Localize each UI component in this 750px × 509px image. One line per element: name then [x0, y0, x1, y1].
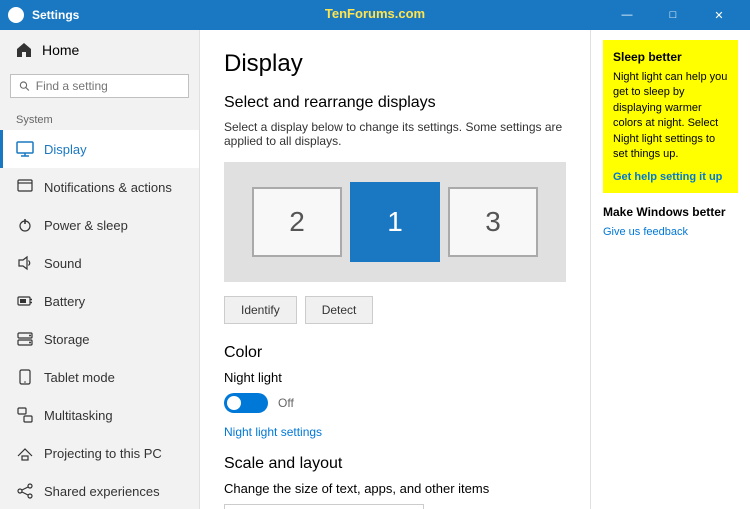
titlebar: Settings TenForums.com — □ ✕ — [0, 0, 750, 30]
sidebar-label-storage: Storage — [44, 332, 90, 347]
sidebar-item-sound[interactable]: Sound — [0, 244, 199, 282]
make-better-section: Make Windows better Give us feedback — [603, 205, 738, 238]
make-better-title: Make Windows better — [603, 205, 738, 219]
sidebar-item-multitasking[interactable]: Multitasking — [0, 396, 199, 434]
sidebar-label-sound: Sound — [44, 256, 82, 271]
sidebar-label-tablet: Tablet mode — [44, 370, 115, 385]
scale-title: Scale and layout — [224, 455, 566, 473]
sidebar-item-notifications[interactable]: Notifications & actions — [0, 168, 199, 206]
monitor-3[interactable]: 3 — [448, 187, 538, 257]
sidebar-label-notifications: Notifications & actions — [44, 180, 172, 195]
settings-icon — [8, 7, 24, 23]
identify-button[interactable]: Identify — [224, 296, 297, 324]
select-rearrange-title: Select and rearrange displays — [224, 94, 566, 112]
page-title: Display — [224, 50, 566, 78]
search-box[interactable] — [10, 74, 189, 98]
monitor-2[interactable]: 2 — [252, 187, 342, 257]
sidebar-label-shared: Shared experiences — [44, 484, 160, 499]
monitors-area: 2 1 3 — [224, 162, 566, 282]
scale-section: Scale and layout Change the size of text… — [224, 455, 566, 509]
sidebar-item-shared[interactable]: Shared experiences — [0, 472, 199, 509]
search-icon — [19, 80, 30, 92]
sidebar-item-display[interactable]: Display — [0, 130, 199, 168]
toggle-row: Off — [224, 393, 566, 413]
multitasking-icon — [16, 406, 34, 424]
toggle-state: Off — [278, 396, 294, 410]
home-label: Home — [42, 42, 79, 58]
sidebar: Home System Display — [0, 30, 200, 509]
feedback-link[interactable]: Give us feedback — [603, 226, 688, 238]
toggle-knob — [227, 396, 241, 410]
tablet-icon — [16, 368, 34, 386]
shared-icon — [16, 482, 34, 500]
sleep-better-text: Night light can help you get to sleep by… — [613, 70, 728, 162]
display-icon — [16, 140, 34, 158]
sleep-better-box: Sleep better Night light can help you ge… — [603, 40, 738, 193]
monitor-buttons: Identify Detect — [224, 296, 566, 324]
right-panel: Sleep better Night light can help you ge… — [590, 30, 750, 509]
sidebar-label-multitasking: Multitasking — [44, 408, 113, 423]
titlebar-left: Settings — [8, 7, 79, 23]
battery-icon — [16, 292, 34, 310]
select-rearrange-desc: Select a display below to change its set… — [224, 120, 566, 148]
sidebar-item-home[interactable]: Home — [0, 30, 199, 70]
app-body: Home System Display — [0, 30, 750, 509]
sidebar-item-battery[interactable]: Battery — [0, 282, 199, 320]
sidebar-item-tablet[interactable]: Tablet mode — [0, 358, 199, 396]
night-light-row: Night light — [224, 370, 566, 385]
sleep-better-link[interactable]: Get help setting it up — [613, 171, 722, 183]
color-section: Color Night light Off Night light settin… — [224, 344, 566, 439]
section-label: System — [0, 106, 199, 130]
sidebar-item-storage[interactable]: Storage — [0, 320, 199, 358]
sidebar-label-power: Power & sleep — [44, 218, 128, 233]
night-light-label: Night light — [224, 370, 282, 385]
titlebar-controls: — □ ✕ — [604, 0, 742, 30]
watermark: TenForums.com — [325, 6, 425, 21]
sleep-better-title: Sleep better — [613, 50, 728, 64]
color-title: Color — [224, 344, 566, 362]
night-light-toggle[interactable] — [224, 393, 268, 413]
monitor-1[interactable]: 1 — [350, 182, 440, 262]
storage-icon — [16, 330, 34, 348]
titlebar-title: Settings — [32, 8, 79, 22]
home-icon — [16, 42, 32, 58]
notifications-icon — [16, 178, 34, 196]
maximize-button[interactable]: □ — [650, 0, 696, 30]
search-input[interactable] — [36, 79, 180, 93]
scale-desc: Change the size of text, apps, and other… — [224, 481, 566, 496]
detect-button[interactable]: Detect — [305, 296, 374, 324]
night-light-settings-link[interactable]: Night light settings — [224, 425, 322, 439]
scale-dropdown[interactable]: 100% (Recommended) — [224, 504, 424, 509]
projecting-icon — [16, 444, 34, 462]
close-button[interactable]: ✕ — [696, 0, 742, 30]
sound-icon — [16, 254, 34, 272]
sidebar-item-power[interactable]: Power & sleep — [0, 206, 199, 244]
sidebar-item-projecting[interactable]: Projecting to this PC — [0, 434, 199, 472]
minimize-button[interactable]: — — [604, 0, 650, 30]
power-icon — [16, 216, 34, 234]
sidebar-label-projecting: Projecting to this PC — [44, 446, 162, 461]
sidebar-label-battery: Battery — [44, 294, 85, 309]
main-content: Display Select and rearrange displays Se… — [200, 30, 590, 509]
sidebar-label-display: Display — [44, 142, 87, 157]
